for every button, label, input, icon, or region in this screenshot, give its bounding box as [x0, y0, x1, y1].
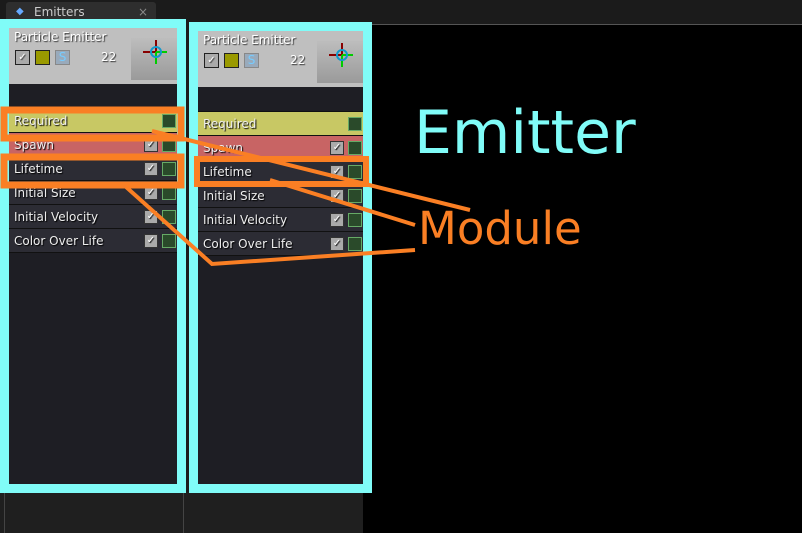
- module-enable-checkbox[interactable]: ✓: [144, 234, 158, 248]
- module-name: Lifetime: [14, 161, 63, 176]
- module-name: Spawn: [203, 140, 244, 155]
- emitter-header[interactable]: Particle Emitter ✓ S 22: [9, 28, 177, 84]
- module-row[interactable]: Initial Size ✓: [9, 181, 177, 205]
- curve-editor-icon[interactable]: [348, 237, 362, 251]
- module-enable-checkbox[interactable]: ✓: [330, 213, 344, 227]
- emitter-column[interactable]: Particle Emitter ✓ S 22 Required Spawn ✓ Li…: [0, 19, 186, 493]
- module-name: Lifetime: [203, 164, 252, 179]
- curve-editor-icon[interactable]: [162, 234, 176, 248]
- particle-count: 22: [101, 50, 117, 64]
- module-enable-checkbox[interactable]: ✓: [144, 210, 158, 224]
- module-name: Initial Size: [203, 188, 265, 203]
- module-enable-checkbox[interactable]: ✓: [330, 189, 344, 203]
- emitter-title: Particle Emitter: [14, 30, 107, 44]
- module-name: Initial Size: [14, 185, 76, 200]
- curve-editor-icon[interactable]: [162, 186, 176, 200]
- module-enable-checkbox[interactable]: ✓: [330, 237, 344, 251]
- module-row[interactable]: Spawn ✓: [198, 136, 363, 160]
- emitter-column[interactable]: Particle Emitter ✓ S 22 Required Spawn ✓ Li…: [189, 22, 372, 493]
- module-enable-checkbox[interactable]: ✓: [144, 162, 158, 176]
- solo-button[interactable]: S: [55, 50, 70, 65]
- module-name: Spawn: [14, 137, 55, 152]
- module-row[interactable]: Color Over Life ✓: [9, 229, 177, 253]
- particle-count: 22: [290, 53, 306, 67]
- module-annotation: Module: [418, 202, 582, 255]
- module-name: Color Over Life: [203, 236, 293, 251]
- curve-editor-icon[interactable]: [348, 141, 362, 155]
- module-enable-checkbox[interactable]: ✓: [330, 165, 344, 179]
- module-row[interactable]: Initial Velocity ✓: [9, 205, 177, 229]
- close-icon[interactable]: ×: [138, 5, 148, 19]
- module-row[interactable]: Color Over Life ✓: [198, 232, 363, 256]
- module-row[interactable]: Spawn ✓: [9, 133, 177, 157]
- module-name: Color Over Life: [14, 233, 104, 248]
- curve-editor-icon[interactable]: [162, 138, 176, 152]
- module-name: Initial Velocity: [14, 209, 99, 224]
- solo-button[interactable]: S: [244, 53, 259, 68]
- tab-title: Emitters: [34, 4, 85, 19]
- curve-editor-icon[interactable]: [348, 213, 362, 227]
- emitter-header[interactable]: Particle Emitter ✓ S 22: [198, 31, 363, 87]
- curve-editor-icon[interactable]: [162, 210, 176, 224]
- curve-editor-icon[interactable]: [348, 117, 362, 131]
- emitter-list-empty: [0, 492, 363, 533]
- emitter-thumbnail: [317, 41, 363, 83]
- module-row[interactable]: Lifetime ✓: [9, 157, 177, 181]
- module-row[interactable]: Initial Size ✓: [198, 184, 363, 208]
- module-row[interactable]: Required: [9, 109, 177, 133]
- module-enable-checkbox[interactable]: ✓: [144, 138, 158, 152]
- enable-checkbox[interactable]: ✓: [204, 53, 219, 68]
- module-name: Initial Velocity: [203, 212, 288, 227]
- enable-checkbox[interactable]: ✓: [15, 50, 30, 65]
- module-row[interactable]: Lifetime ✓: [198, 160, 363, 184]
- curve-editor-icon[interactable]: [348, 189, 362, 203]
- module-row[interactable]: Initial Velocity ✓: [198, 208, 363, 232]
- emitter-title: Particle Emitter: [203, 33, 296, 47]
- render-mode-button[interactable]: [35, 50, 50, 65]
- module-name: Required: [14, 113, 68, 128]
- curve-editor-icon[interactable]: [162, 114, 176, 128]
- module-enable-checkbox[interactable]: ✓: [330, 141, 344, 155]
- curve-editor-icon[interactable]: [162, 162, 176, 176]
- module-row[interactable]: Required: [198, 112, 363, 136]
- emitter-thumbnail: [131, 38, 177, 80]
- module-enable-checkbox[interactable]: ✓: [144, 186, 158, 200]
- emitter-annotation: Emitter: [414, 98, 636, 168]
- module-name: Required: [203, 116, 257, 131]
- render-mode-button[interactable]: [224, 53, 239, 68]
- curve-editor-icon[interactable]: [348, 165, 362, 179]
- emitter-icon: ◆: [16, 5, 24, 17]
